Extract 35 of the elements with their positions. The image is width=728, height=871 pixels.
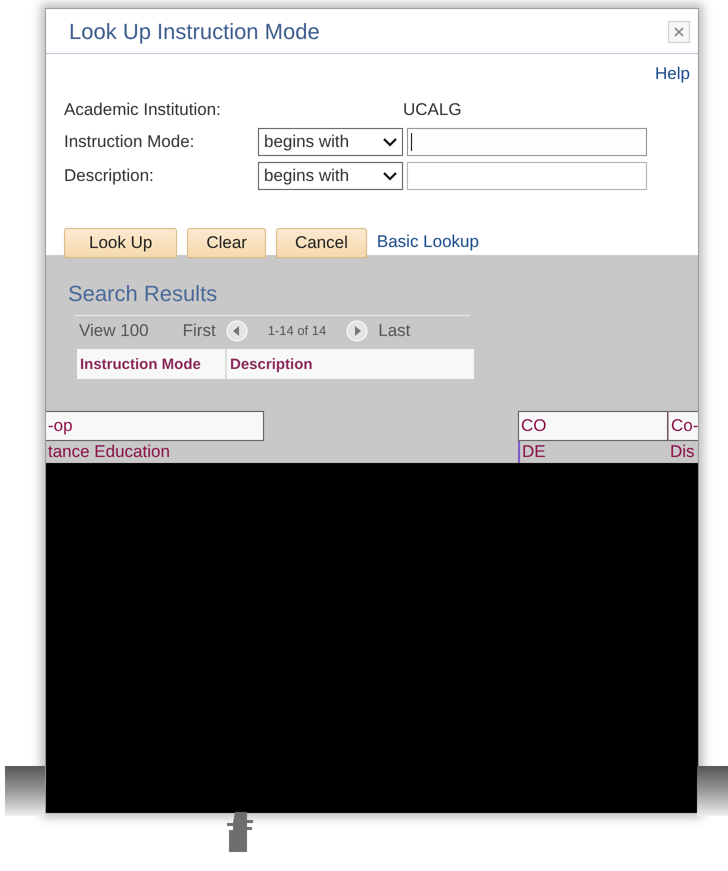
input-field[interactable] bbox=[407, 128, 647, 156]
column-header[interactable]: Instruction Mode bbox=[77, 349, 227, 379]
basic-lookup-link[interactable]: Basic Lookup bbox=[376, 232, 479, 258]
close-icon bbox=[674, 27, 684, 37]
table-cell[interactable]: CO bbox=[518, 411, 668, 441]
table-cell[interactable]: Dis bbox=[668, 441, 698, 463]
table-cell[interactable]: Co- bbox=[668, 411, 698, 441]
table-cell[interactable]: -op bbox=[46, 411, 264, 441]
previous-icon[interactable] bbox=[224, 320, 250, 342]
close-button[interactable] bbox=[668, 21, 690, 43]
section-title: Search Results bbox=[67, 281, 218, 307]
caret-icon bbox=[382, 171, 398, 181]
help-link[interactable]: Help bbox=[655, 64, 690, 84]
next-icon[interactable] bbox=[344, 320, 370, 342]
field-value: UCALG bbox=[403, 99, 463, 121]
input-field[interactable] bbox=[407, 162, 647, 190]
field-label: Academic Institution: bbox=[64, 100, 222, 120]
operator-dropdown[interactable]: begins with bbox=[258, 162, 403, 190]
desk-shadow bbox=[5, 766, 45, 816]
caret-icon bbox=[382, 137, 398, 147]
last-link[interactable]: Last bbox=[378, 320, 410, 340]
table-cell[interactable]: tance Education bbox=[46, 441, 264, 463]
field-label: Instruction Mode: bbox=[64, 132, 196, 152]
view-link[interactable]: View 100 bbox=[79, 320, 149, 340]
action-button[interactable]: Cancel bbox=[276, 228, 367, 258]
action-button[interactable]: Look Up bbox=[64, 228, 178, 258]
operator-dropdown[interactable]: begins with bbox=[258, 128, 403, 156]
column-header[interactable]: Description bbox=[227, 349, 313, 379]
record-count: 1-14 of 14 bbox=[268, 323, 326, 338]
action-button[interactable]: Clear bbox=[187, 228, 266, 258]
dialog-title: Look Up Instruction Mode bbox=[69, 19, 320, 45]
desk-shadow bbox=[697, 766, 728, 816]
field-label: Description: bbox=[64, 166, 155, 186]
text-cursor bbox=[411, 133, 412, 151]
first-link[interactable]: First bbox=[182, 320, 216, 340]
